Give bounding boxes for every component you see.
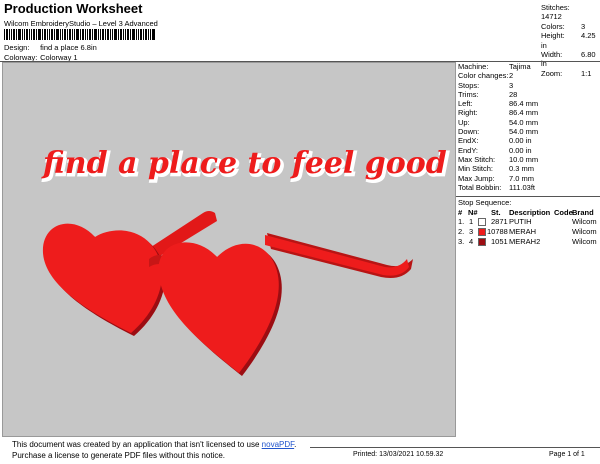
thread-swatch: [478, 238, 486, 246]
stop-divider: [456, 196, 600, 197]
detail-row: Min Stitch: 0.3 mm: [458, 164, 535, 174]
stop-sequence-title: Stop Sequence:: [458, 198, 512, 207]
printed-date: Printed: 13/03/2021 10.59.32: [353, 451, 444, 458]
design-text: find a place to feel good: [41, 146, 447, 181]
design-preview: find a place to feel good find a place t…: [2, 62, 456, 437]
detail-row: EndX: 0.00 in: [458, 136, 532, 146]
detail-row: Trims: 28: [458, 89, 518, 99]
detail-row: Machine: Tajima: [458, 62, 531, 71]
page-number: Page 1 of 1: [549, 451, 585, 458]
detail-row: Down: 54.0 mm: [458, 127, 539, 137]
notice-line-1: This document was created by an applicat…: [12, 440, 297, 449]
design-value: find a place 6.8in: [40, 43, 97, 52]
detail-row: Stops: 3: [458, 80, 514, 90]
notice-line-2: Purchase a license to generate PDF files…: [12, 450, 225, 460]
detail-row: Up: 54.0 mm: [458, 117, 539, 127]
summary-row: Stitches:14712: [541, 3, 570, 22]
detail-row: EndY: 0.00 in: [458, 145, 532, 155]
detail-row: Total Bobbin: 111.03ft: [458, 182, 535, 192]
glasses-arm: [265, 235, 409, 276]
design-row: Design: find a place 6.8in: [4, 43, 97, 52]
novapdf-link[interactable]: novaPDF: [262, 440, 294, 449]
machine-details: Machine: Tajima Color changes:2 Stops: 3 T…: [458, 62, 600, 192]
detail-row: Right: 86.4 mm: [458, 108, 539, 118]
barcode-image: [4, 29, 155, 40]
summary-row: Height: 4.25 in: [541, 31, 596, 50]
detail-row: Max Jump: 7.0 mm: [458, 173, 535, 183]
detail-row: Color changes:2: [458, 71, 514, 81]
license-notice: This document was created by an applicat…: [0, 437, 310, 464]
summary-row: Colors: 3: [541, 21, 586, 31]
thread-swatch: [478, 218, 486, 226]
app-subtitle: Wilcom EmbroideryStudio – Level 3 Advanc…: [4, 19, 158, 28]
detail-row: Max Stitch: 10.0 mm: [458, 154, 539, 164]
heart-lens-left: [42, 223, 162, 333]
page-title: Production Worksheet: [4, 1, 143, 16]
thread-swatch: [478, 228, 486, 236]
design-label: Design:: [4, 43, 30, 52]
heart-lens-right: [158, 242, 279, 373]
detail-row: Left: 86.4 mm: [458, 99, 539, 109]
embroidery-design-image: find a place to feel good find a place t…: [41, 146, 450, 376]
